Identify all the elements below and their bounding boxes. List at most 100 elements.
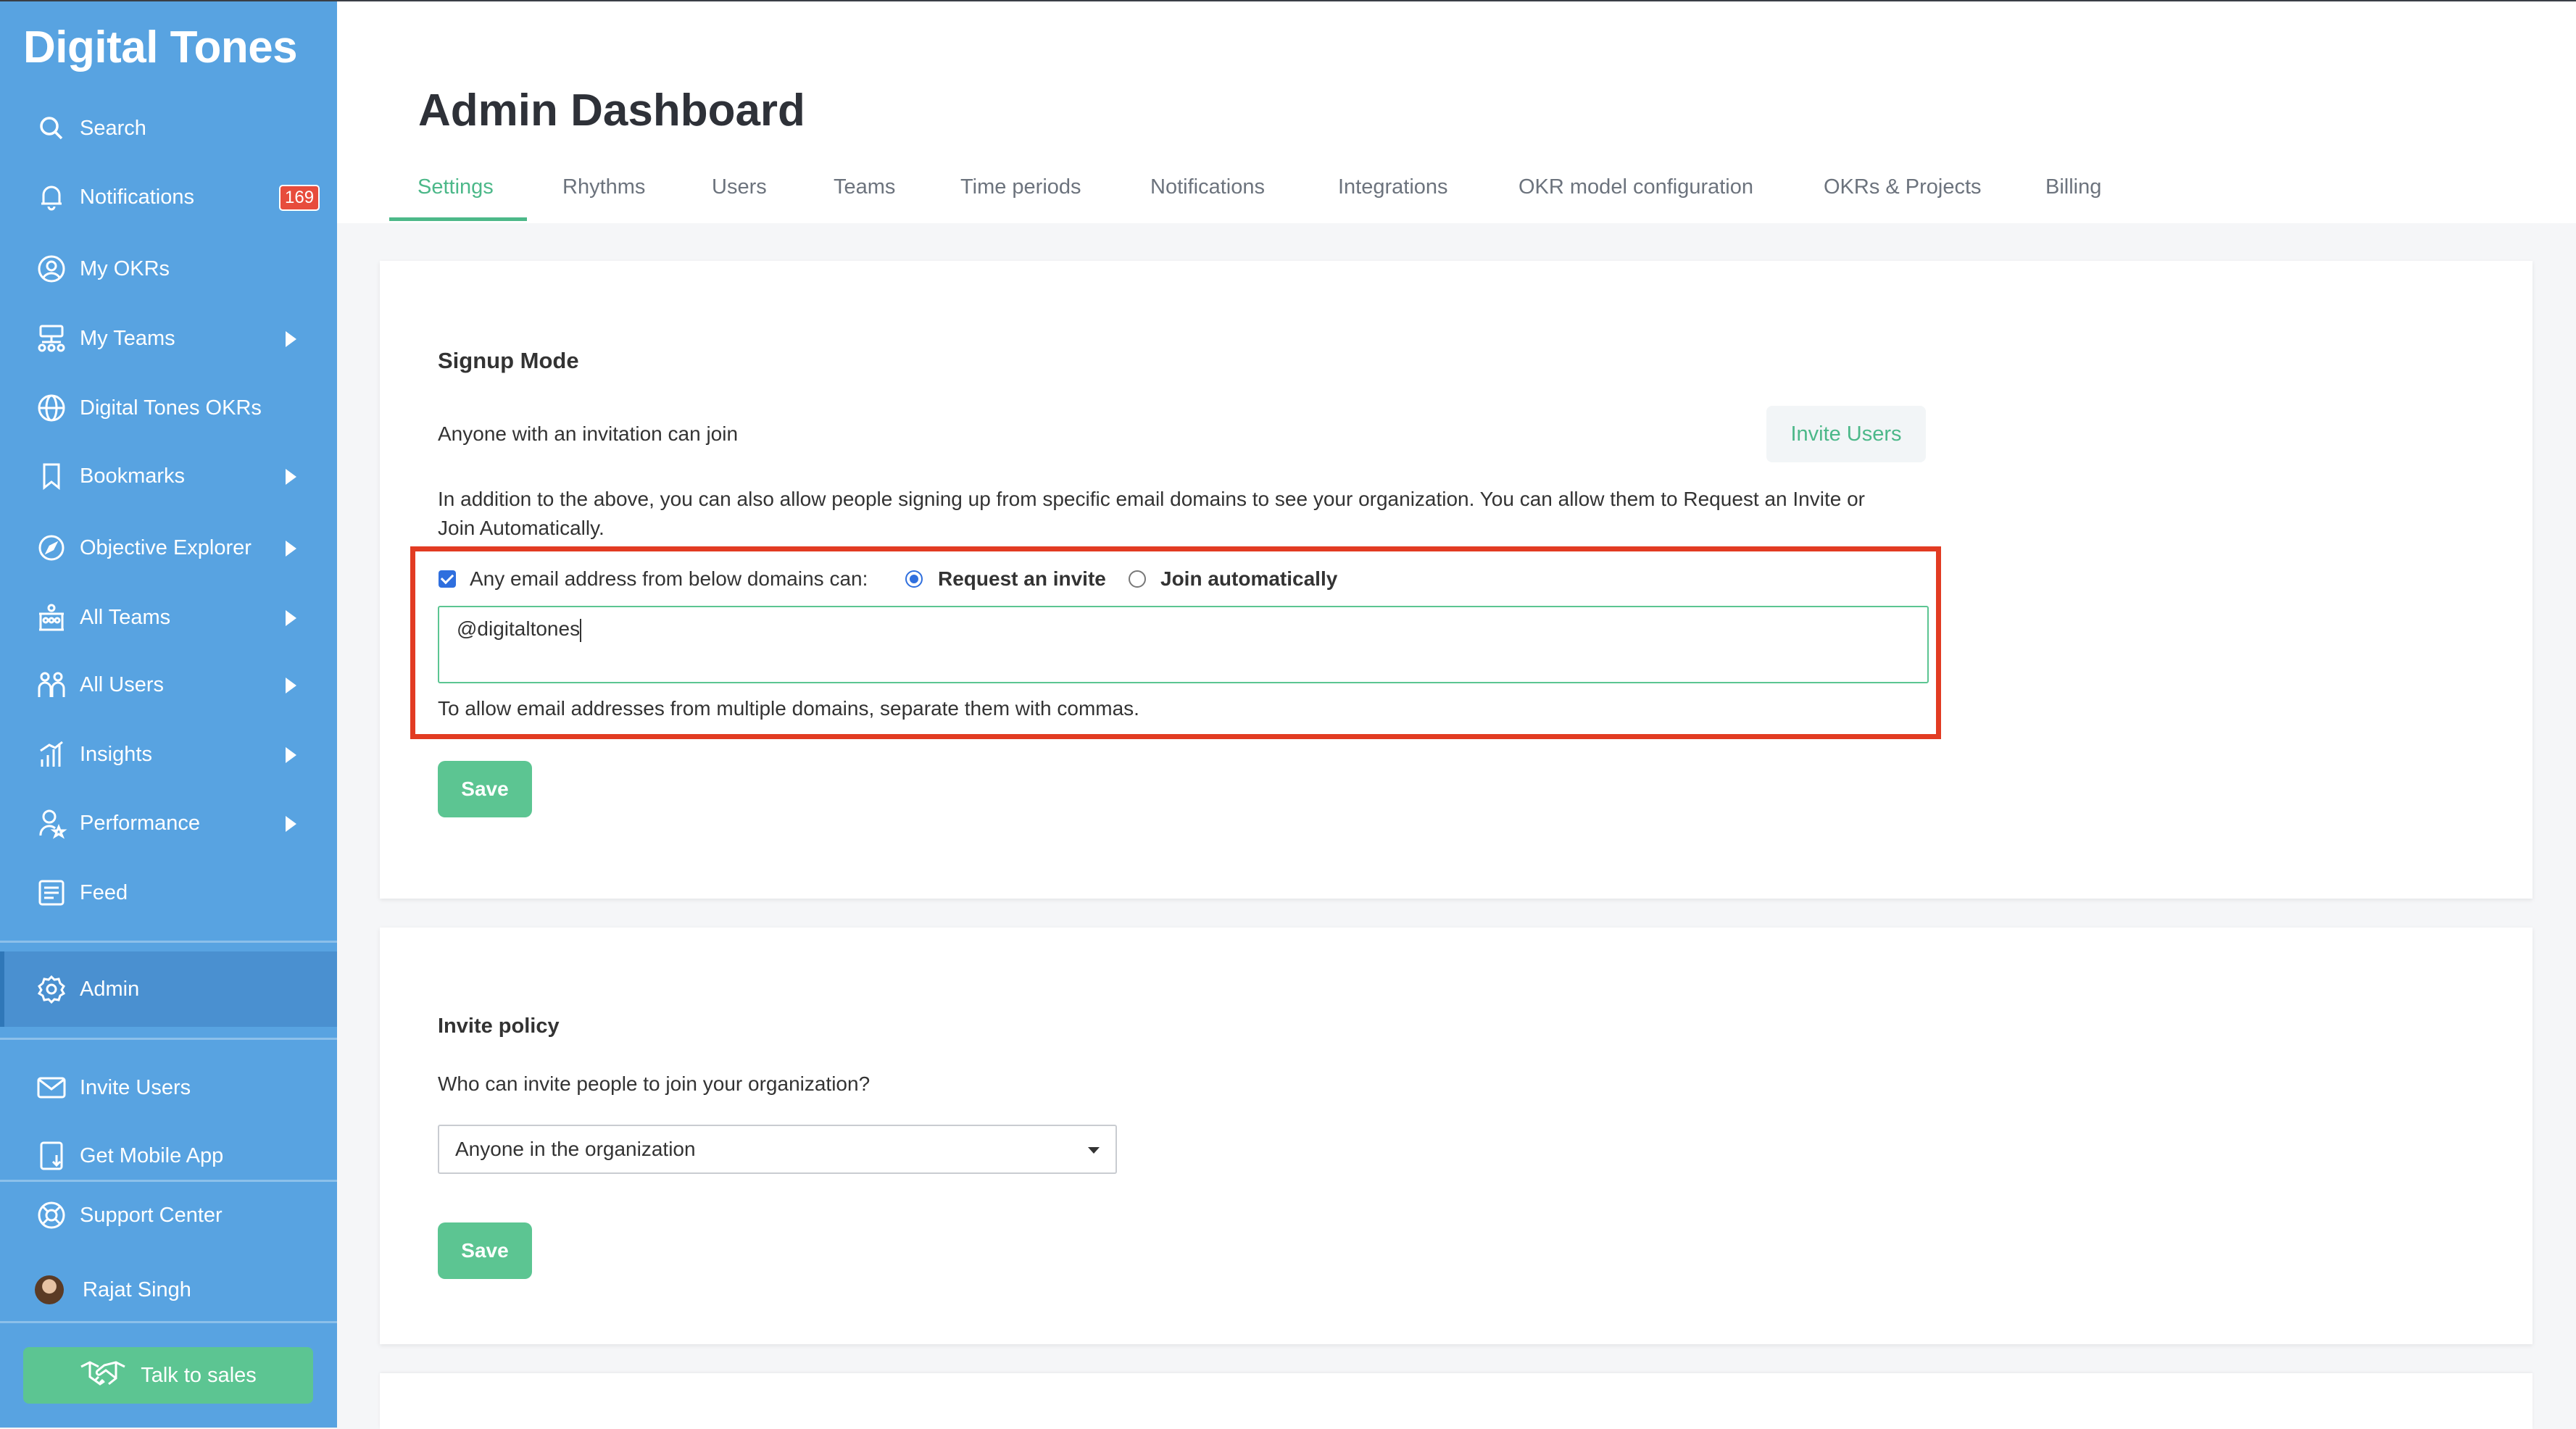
sidebar-item-label: My OKRs (80, 257, 170, 280)
chevron-right-icon[interactable] (286, 331, 296, 347)
sidebar-item-admin[interactable]: Admin (0, 951, 337, 1027)
sidebar-item-label: Feed (80, 880, 128, 904)
sidebar-item-label: Support Center (80, 1203, 223, 1227)
sidebar-item-label: Insights (80, 742, 152, 766)
sidebar-item-digital-tones-okrs[interactable]: Digital Tones OKRs (0, 381, 337, 435)
sidebar-item-label: Get Mobile App (80, 1143, 224, 1167)
tab-teams[interactable]: Teams (834, 175, 895, 199)
tab-integrations[interactable]: Integrations (1338, 175, 1448, 199)
sidebar-item-label: Admin (80, 977, 140, 1001)
chevron-right-icon[interactable] (286, 747, 296, 763)
next-settings-card (380, 1373, 2533, 1429)
chevron-right-icon[interactable] (286, 816, 296, 832)
feed-icon (35, 876, 68, 909)
sidebar-item-search[interactable]: Search (0, 101, 337, 155)
signup-mode-heading: Signup Mode (438, 348, 579, 373)
page-title: Admin Dashboard (418, 86, 805, 136)
join-automatically-label: Join automatically (1160, 567, 1338, 590)
chevron-right-icon[interactable] (286, 610, 296, 626)
sidebar-item-label: Invite Users (80, 1075, 191, 1099)
sidebar-divider (0, 1180, 337, 1182)
handshake-icon (80, 1357, 126, 1394)
sidebar-item-all-teams[interactable]: All Teams (0, 591, 337, 644)
sidebar-divider (0, 1038, 337, 1040)
sidebar-item-get-mobile-app[interactable]: Get Mobile App (0, 1129, 337, 1183)
chevron-right-icon[interactable] (286, 541, 296, 557)
sidebar-divider (0, 1321, 337, 1323)
tab-settings[interactable]: Settings (417, 175, 494, 199)
signup-mode-card: Signup Mode Anyone with an invitation ca… (380, 261, 2533, 899)
tab-rhythms[interactable]: Rhythms (562, 175, 645, 199)
sidebar-item-label: All Users (80, 672, 165, 696)
chevron-right-icon[interactable] (286, 678, 296, 693)
domain-checkbox[interactable] (439, 570, 456, 588)
domain-checkbox-label: Any email address from below domains can… (470, 567, 868, 590)
sidebar-item-feed[interactable]: Feed (0, 866, 337, 920)
invite-users-button[interactable]: Invite Users (1766, 406, 1926, 462)
talk-to-sales-label: Talk to sales (141, 1363, 257, 1387)
sidebar-item-objective-explorer[interactable]: Objective Explorer (0, 521, 337, 575)
profile-name: Rajat Singh (83, 1278, 191, 1301)
caret-down-icon (1088, 1147, 1100, 1154)
tab-okrs-projects[interactable]: OKRs & Projects (1824, 175, 1982, 199)
sidebar-item-my-teams[interactable]: My Teams (0, 312, 337, 365)
join-automatically-radio[interactable] (1129, 570, 1146, 588)
tab-time-periods[interactable]: Time periods (960, 175, 1081, 199)
tab-notifications[interactable]: Notifications (1150, 175, 1265, 199)
bell-icon (35, 180, 68, 214)
sidebar-item-label: Bookmarks (80, 464, 186, 488)
sidebar-item-label: Performance (80, 811, 201, 835)
sidebar-item-label: All Teams (80, 605, 171, 629)
request-invite-radio[interactable] (905, 570, 923, 588)
request-invite-label: Request an invite (938, 567, 1106, 590)
save-button[interactable]: Save (438, 761, 532, 817)
signup-description-line1: In addition to the above, you can also a… (438, 488, 1865, 510)
sidebar-item-performance[interactable]: Performance (0, 796, 337, 850)
sidebar-item-notifications[interactable]: Notifications 169 (0, 170, 337, 224)
sidebar-item-my-okrs[interactable]: My OKRs (0, 242, 337, 296)
sidebar-item-label: Search (80, 116, 146, 140)
invite-policy-question: Who can invite people to join your organ… (438, 1072, 871, 1095)
globe-icon (35, 391, 68, 425)
award-icon (35, 807, 68, 840)
email-domains-input[interactable]: @digitaltones (438, 606, 1929, 683)
mail-icon (35, 1071, 68, 1104)
brand-logo[interactable]: Digital Tones (23, 22, 298, 73)
sidebar-item-label: Digital Tones OKRs (80, 396, 262, 420)
mobile-download-icon (35, 1139, 68, 1172)
invite-policy-selected: Anyone in the organization (455, 1138, 696, 1160)
talk-to-sales-button[interactable]: Talk to sales (23, 1347, 313, 1404)
sidebar-item-invite-users[interactable]: Invite Users (0, 1061, 337, 1115)
tab-users[interactable]: Users (712, 175, 767, 199)
sidebar-item-label: My Teams (80, 326, 175, 350)
sidebar-item-label: Objective Explorer (80, 536, 252, 559)
sidebar-item-profile[interactable]: Rajat Singh (0, 1263, 337, 1317)
signup-description-line2: Join Automatically. (438, 517, 604, 539)
email-domains-value: @digitaltones (457, 617, 581, 640)
notification-count-badge: 169 (279, 185, 320, 211)
page-header: Admin Dashboard Settings Rhythms Users T… (337, 1, 2576, 223)
sidebar-item-all-users[interactable]: All Users (0, 658, 337, 712)
sidebar-item-label: Notifications (80, 185, 194, 209)
chevron-right-icon[interactable] (286, 469, 296, 485)
invite-policy-select[interactable]: Anyone in the organization (438, 1125, 1117, 1174)
user-circle-icon (35, 252, 68, 286)
tab-okr-model-configuration[interactable]: OKR model configuration (1518, 175, 1753, 199)
sidebar-divider (0, 941, 337, 943)
sidebar-item-bookmarks[interactable]: Bookmarks (0, 449, 337, 503)
bar-chart-icon (35, 738, 68, 771)
sidebar-item-insights[interactable]: Insights (0, 728, 337, 781)
search-icon (35, 112, 68, 145)
sidebar-item-support-center[interactable]: Support Center (0, 1188, 337, 1242)
teams-icon (35, 601, 68, 634)
save-button[interactable]: Save (438, 1222, 532, 1279)
active-tab-indicator (389, 217, 527, 221)
tab-billing[interactable]: Billing (2045, 175, 2101, 199)
gear-icon (35, 972, 68, 1006)
invite-policy-heading: Invite policy (438, 1015, 560, 1038)
sidebar: Digital Tones Search Notifications 169 M… (0, 1, 337, 1428)
domains-help-text: To allow email addresses from multiple d… (438, 697, 1139, 720)
org-chart-icon (35, 322, 68, 355)
lifebuoy-icon (35, 1199, 68, 1232)
compass-icon (35, 531, 68, 564)
